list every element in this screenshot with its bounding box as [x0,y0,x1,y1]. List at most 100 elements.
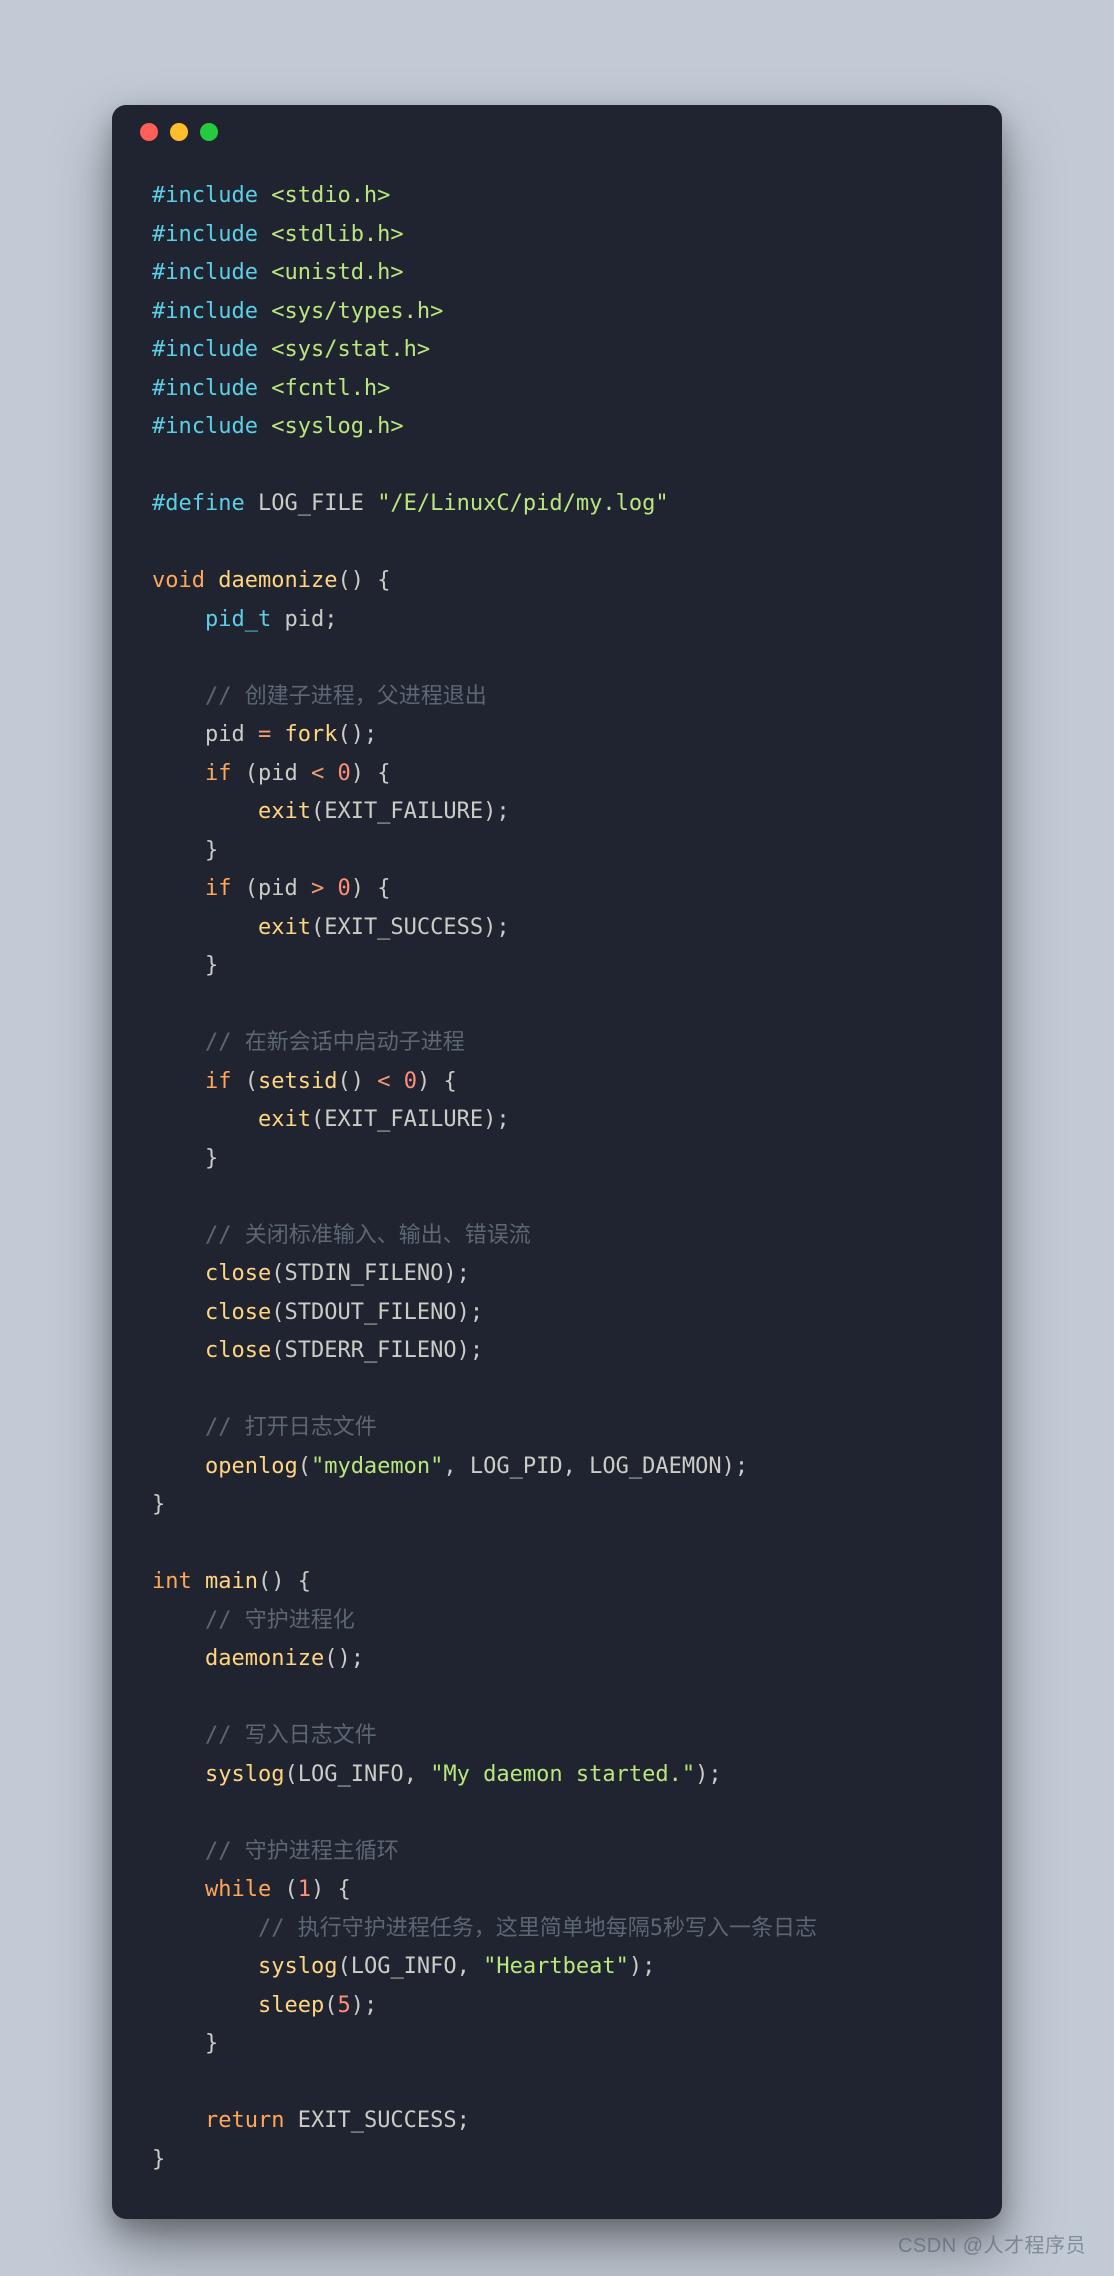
code-line: daemonize(); [152,1640,962,1679]
code-window: #include <stdio.h>#include <stdlib.h>#in… [112,105,1002,2219]
code-token: #define [152,491,245,516]
code-line: #include <fcntl.h> [152,370,962,409]
code-token [258,337,271,362]
code-line: exit(EXIT_FAILURE); [152,1101,962,1140]
code-token [298,761,311,786]
code-line [152,447,962,486]
code-token: syslog [205,1762,284,1787]
code-token: LOG_INFO [298,1762,404,1787]
code-token: } [205,953,218,978]
code-token [152,1646,205,1671]
code-line: syslog(LOG_INFO, "Heartbeat"); [152,1948,962,1987]
code-token [258,376,271,401]
code-token [245,722,258,747]
code-line: } [152,947,962,986]
code-token: ); [722,1454,749,1479]
code-line: #define LOG_FILE "/E/LinuxC/pid/my.log" [152,485,962,524]
code-token: pid [258,876,298,901]
code-token [152,838,205,863]
code-token: void [152,568,205,593]
code-token: STDIN_FILENO [284,1261,443,1286]
code-token: > [311,876,324,901]
code-token: ); [483,799,510,824]
code-line: sleep(5); [152,1987,962,2026]
code-token: ( [311,915,324,940]
code-token: () { [258,1569,311,1594]
code-line: } [152,2141,962,2180]
code-token: 0 [337,761,350,786]
code-token: pid [258,761,298,786]
code-token: LOG_INFO [351,1954,457,1979]
code-token: if [205,876,232,901]
code-token: <stdlib.h> [271,222,403,247]
code-token: #include [152,337,258,362]
code-token [231,761,244,786]
code-token: sleep [258,1993,324,2018]
code-token: close [205,1261,271,1286]
code-line: close(STDERR_FILENO); [152,1332,962,1371]
code-token: LOG_DAEMON [589,1454,721,1479]
window-titlebar [112,105,1002,159]
code-token [152,1107,258,1132]
code-line [152,2064,962,2103]
code-token: () { [337,568,390,593]
code-token [258,260,271,285]
code-token: ( [311,799,324,824]
code-token [152,1839,205,1864]
code-token: #include [152,299,258,324]
code-token: ); [695,1762,722,1787]
code-token [152,1723,205,1748]
code-token [152,607,205,632]
code-line: // 关闭标准输入、输出、错误流 [152,1217,962,1256]
code-token [152,1030,205,1055]
code-token: 0 [337,876,350,901]
code-token: STDERR_FILENO [284,1338,456,1363]
code-token: syslog [258,1954,337,1979]
code-token: openlog [205,1454,298,1479]
code-line: while (1) { [152,1871,962,1910]
code-token [364,1069,377,1094]
code-line: close(STDOUT_FILENO); [152,1294,962,1333]
code-token [231,1069,244,1094]
code-token: <fcntl.h> [271,376,390,401]
code-token [152,1415,205,1440]
code-token [152,1877,205,1902]
code-token: ) { [351,876,391,901]
code-token: , [563,1454,590,1479]
code-token: <sys/types.h> [271,299,443,324]
code-line: if (setsid() < 0) { [152,1063,962,1102]
code-token: #include [152,260,258,285]
code-token: ) { [311,1877,351,1902]
code-line [152,1371,962,1410]
code-token: LOG_PID [470,1454,563,1479]
code-token: pid [284,607,324,632]
code-line [152,986,962,1025]
code-line: return EXIT_SUCCESS; [152,2102,962,2141]
code-token: <sys/stat.h> [271,337,430,362]
code-token: // 写入日志文件 [205,1723,377,1748]
code-token [152,1916,258,1941]
code-token [152,684,205,709]
code-line: } [152,2025,962,2064]
code-line: syslog(LOG_INFO, "My daemon started."); [152,1756,962,1795]
code-token [298,876,311,901]
code-token: EXIT_SUCCESS [324,915,483,940]
code-token: EXIT_SUCCESS [298,2108,457,2133]
code-token [205,568,218,593]
code-token [258,222,271,247]
code-line: #include <unistd.h> [152,254,962,293]
code-token: #include [152,376,258,401]
close-dot-icon[interactable] [140,123,158,141]
code-token: exit [258,799,311,824]
code-line [152,1178,962,1217]
code-token: < [311,761,324,786]
code-token: // 创建子进程，父进程退出 [205,684,487,709]
maximize-dot-icon[interactable] [200,123,218,141]
code-line: // 守护进程主循环 [152,1833,962,1872]
minimize-dot-icon[interactable] [170,123,188,141]
code-token: ) { [417,1069,457,1094]
code-token: } [205,838,218,863]
code-token: < [377,1069,390,1094]
code-token: while [205,1877,271,1902]
code-token: } [152,1492,165,1517]
